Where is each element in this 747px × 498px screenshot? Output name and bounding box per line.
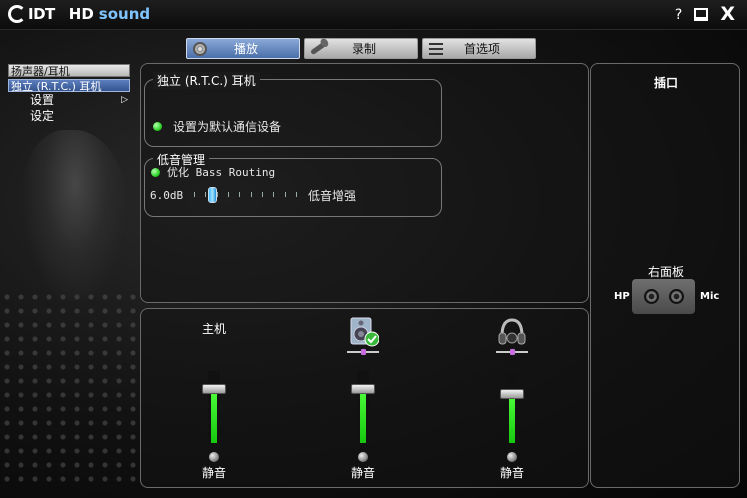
- speaker-device-icon: [350, 317, 379, 347]
- speaker-icon: [191, 41, 209, 57]
- help-button[interactable]: ?: [675, 7, 682, 23]
- rtc-group-title: 独立 (R.T.C.) 耳机: [153, 72, 260, 89]
- slider-tick: [284, 192, 286, 197]
- main-tabs: 播放 录制 首选项: [186, 38, 536, 59]
- chevron-right-icon: ▷: [121, 95, 128, 105]
- minimize-button[interactable]: [694, 8, 709, 21]
- mic-jack-icon[interactable]: [668, 289, 684, 304]
- slider-tick: [250, 192, 252, 197]
- product-name-rest: sound: [98, 5, 151, 23]
- close-button[interactable]: X: [720, 5, 735, 24]
- bass-routing-option[interactable]: 优化 Bass Routing: [151, 164, 275, 180]
- balance-slider[interactable]: [496, 349, 528, 355]
- mute-button[interactable]: [507, 452, 517, 462]
- app-logo: IDT HD sound: [8, 5, 150, 23]
- volume-fader[interactable]: [202, 371, 226, 443]
- volume-fader[interactable]: [351, 371, 375, 443]
- volume-fader[interactable]: [500, 371, 524, 443]
- jack-panel: [632, 279, 695, 314]
- dot-pattern-decoration: [0, 290, 140, 490]
- product-name-bold: HD: [68, 5, 94, 23]
- brand-name: IDT: [28, 5, 55, 23]
- title-bar: IDT HD sound ? X: [0, 0, 747, 30]
- headphone-jack-icon[interactable]: [643, 289, 659, 304]
- microphone-icon: [309, 41, 327, 57]
- default-device-option[interactable]: 设置为默认通信设备: [153, 118, 281, 135]
- level-fill: [360, 389, 366, 443]
- mute-button[interactable]: [358, 452, 368, 462]
- headphone-device-icon: [498, 318, 526, 345]
- volume-channel-headphone: 静音: [492, 316, 532, 484]
- slider-tick: [205, 192, 207, 197]
- level-fill: [509, 394, 515, 443]
- slider-tick: [273, 192, 275, 197]
- balance-slider[interactable]: [347, 349, 379, 355]
- fader-thumb[interactable]: [351, 373, 375, 405]
- mute-label: 静音: [201, 466, 226, 480]
- window-controls: ? X: [675, 5, 735, 24]
- bass-boost-slider[interactable]: [190, 186, 300, 204]
- ports-panel: 插口 右面板 HP Mic: [590, 63, 740, 488]
- bass-routing-label: 优化 Bass Routing: [167, 166, 276, 179]
- nav-device-speakers[interactable]: 扬声器/耳机: [8, 64, 130, 78]
- nav-sub-settings[interactable]: 设置 ▷: [8, 92, 130, 108]
- slider-tick: [296, 192, 297, 197]
- volume-channel-master: 主机 静音: [194, 316, 234, 484]
- nav-device-rtc-headphone[interactable]: 独立 (R.T.C.) 耳机: [8, 79, 130, 93]
- nav-sub-settings-label: 设置: [30, 93, 55, 107]
- rtc-headphone-group: 独立 (R.T.C.) 耳机 设置为默认通信设备: [144, 72, 442, 147]
- mute-label: 静音: [499, 466, 524, 480]
- idt-hd-sound-window: IDT HD sound ? X 播放 录制 首选项 扬声器/耳机 独立 (R.T…: [0, 0, 747, 498]
- default-device-label: 设置为默认通信设备: [173, 120, 282, 134]
- volume-channel-speaker: 静音: [343, 316, 383, 484]
- ports-title: 插口: [653, 76, 678, 90]
- slider-tick: [262, 192, 263, 197]
- idt-logo-icon: [8, 5, 26, 23]
- hp-jack-label: HP: [614, 291, 630, 302]
- tab-preferences[interactable]: 首选项: [422, 38, 536, 59]
- level-fill: [211, 389, 217, 443]
- green-led-icon: [151, 167, 160, 177]
- mic-jack-label: Mic: [700, 291, 720, 302]
- channel-title: 主机: [201, 322, 226, 336]
- slider-tick: [239, 192, 241, 197]
- bass-boost-row: 6.0dB 低音增强: [150, 186, 356, 204]
- bass-management-group: 低音管理 优化 Bass Routing 6.0dB 低音增强: [144, 151, 442, 217]
- tab-label: 首选项: [463, 42, 500, 56]
- tab-label: 录制: [351, 42, 376, 56]
- bass-gain-value: 6.0dB: [150, 188, 184, 202]
- right-panel-label: 右面板: [647, 265, 684, 279]
- bass-boost-label: 低音增强: [308, 188, 357, 203]
- slider-tick: [216, 192, 218, 197]
- tab-label: 播放: [233, 42, 258, 56]
- dancer-silhouette-image: [20, 130, 130, 310]
- tab-playback[interactable]: 播放: [186, 38, 300, 59]
- tab-recording[interactable]: 录制: [304, 38, 418, 59]
- slider-tick: [194, 192, 195, 197]
- nav-sub-config[interactable]: 设定: [8, 108, 130, 124]
- green-led-icon: [153, 122, 162, 131]
- product-name: HD sound: [69, 5, 150, 23]
- mute-button[interactable]: [209, 452, 219, 462]
- mute-label: 静音: [350, 466, 375, 480]
- slider-tick: [228, 192, 229, 197]
- fader-thumb[interactable]: [500, 378, 524, 411]
- preferences-icon: [427, 41, 445, 57]
- device-nav: 扬声器/耳机 独立 (R.T.C.) 耳机 设置 ▷ 设定: [8, 64, 130, 124]
- fader-thumb[interactable]: [202, 373, 226, 405]
